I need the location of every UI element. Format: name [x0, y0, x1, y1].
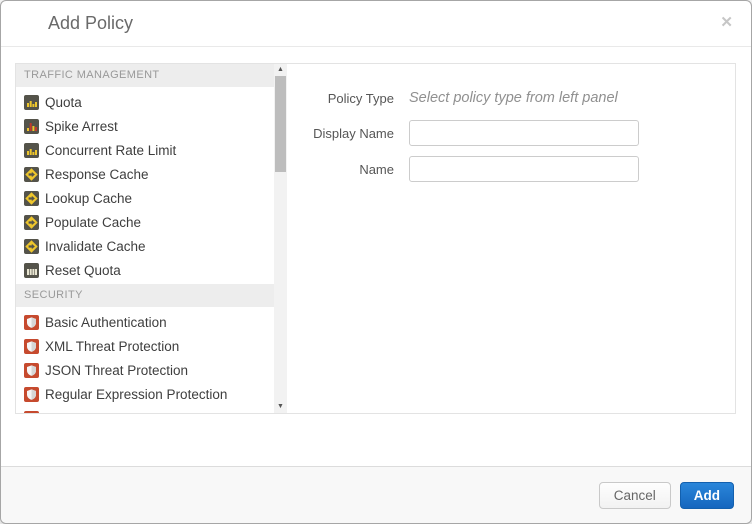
policy-item-label: Reset Quota — [45, 263, 121, 278]
dialog-footer: Cancel Add — [1, 466, 751, 523]
policy-list-panel: TRAFFIC MANAGEMENT Quota Spike Arrest Concu… — [16, 64, 287, 413]
reset-bars-icon — [24, 263, 39, 278]
policy-type-label: Policy Type — [287, 91, 394, 106]
quota-bars-icon — [24, 143, 39, 158]
cache-diamond-icon — [24, 191, 39, 206]
policy-form: Policy Type Select policy type from left… — [287, 64, 735, 413]
policy-item-regular-expression-protection[interactable]: Regular Expression Protection — [16, 382, 274, 406]
scrollbar-down-icon[interactable]: ▼ — [274, 401, 287, 413]
add-button[interactable]: Add — [680, 482, 734, 509]
policy-item-label: JSON Threat Protection — [45, 363, 188, 378]
cache-diamond-icon — [24, 239, 39, 254]
policy-item-xml-threat-protection[interactable]: XML Threat Protection — [16, 334, 274, 358]
policy-item-label: OAuth v2.0 — [45, 411, 113, 414]
add-policy-dialog: Add Policy ✕ TRAFFIC MANAGEMENT Quota Spik… — [0, 0, 752, 524]
cache-diamond-icon — [24, 167, 39, 182]
policy-item-quota[interactable]: Quota — [16, 90, 274, 114]
display-name-label: Display Name — [287, 126, 394, 141]
policy-item-response-cache[interactable]: Response Cache — [16, 162, 274, 186]
quota-bars-icon — [24, 95, 39, 110]
policy-item-lookup-cache[interactable]: Lookup Cache — [16, 186, 274, 210]
policy-type-hint: Select policy type from left panel — [409, 90, 618, 106]
scrollbar[interactable]: ▲ ▼ — [274, 64, 287, 413]
policy-item-json-threat-protection[interactable]: JSON Threat Protection — [16, 358, 274, 382]
spike-bars-icon — [24, 119, 39, 134]
policy-item-basic-authentication[interactable]: Basic Authentication — [16, 310, 274, 334]
policy-item-reset-quota[interactable]: Reset Quota — [16, 258, 274, 282]
policy-list: TRAFFIC MANAGEMENT Quota Spike Arrest Concu… — [16, 64, 274, 413]
policy-item-label: Regular Expression Protection — [45, 387, 227, 402]
cancel-button[interactable]: Cancel — [599, 482, 671, 509]
policy-item-spike-arrest[interactable]: Spike Arrest — [16, 114, 274, 138]
close-icon[interactable]: ✕ — [720, 13, 733, 31]
policy-item-populate-cache[interactable]: Populate Cache — [16, 210, 274, 234]
policy-item-label: Populate Cache — [45, 215, 141, 230]
name-label: Name — [287, 162, 394, 177]
policy-item-label: Basic Authentication — [45, 315, 167, 330]
policy-item-concurrent-rate-limit[interactable]: Concurrent Rate Limit — [16, 138, 274, 162]
policy-item-label: XML Threat Protection — [45, 339, 179, 354]
scrollbar-up-icon[interactable]: ▲ — [274, 64, 287, 76]
shield-icon — [24, 315, 39, 330]
shield-icon — [24, 387, 39, 402]
dialog-content: TRAFFIC MANAGEMENT Quota Spike Arrest Concu… — [15, 63, 736, 414]
oauth-icon — [24, 411, 39, 414]
policy-item-label: Concurrent Rate Limit — [45, 143, 176, 158]
dialog-title: Add Policy — [48, 13, 133, 34]
policy-item-invalidate-cache[interactable]: Invalidate Cache — [16, 234, 274, 258]
policy-item-label: Quota — [45, 95, 82, 110]
dialog-titlebar: Add Policy ✕ — [1, 1, 751, 47]
policy-item-label: Response Cache — [45, 167, 149, 182]
policy-item-label: Spike Arrest — [45, 119, 118, 134]
name-field[interactable] — [409, 156, 639, 182]
shield-icon — [24, 339, 39, 354]
display-name-field[interactable] — [409, 120, 639, 146]
policy-item-label: Invalidate Cache — [45, 239, 146, 254]
shield-icon — [24, 363, 39, 378]
policy-item-oauth-v2-0[interactable]: OAuth v2.0 — [16, 406, 274, 413]
cache-diamond-icon — [24, 215, 39, 230]
policy-item-label: Lookup Cache — [45, 191, 132, 206]
section-header: TRAFFIC MANAGEMENT — [16, 64, 274, 87]
section-header: SECURITY — [16, 284, 274, 307]
scrollbar-thumb[interactable] — [275, 76, 286, 172]
